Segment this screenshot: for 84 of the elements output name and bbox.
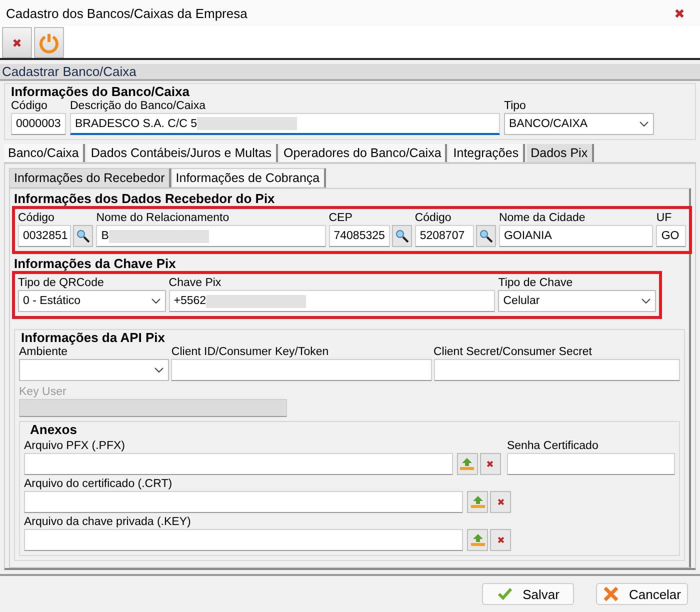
- upload-icon: [470, 533, 486, 548]
- search-icon: [478, 229, 493, 244]
- field-label: Tipo de Chave: [498, 276, 574, 290]
- field-label: Key User: [19, 385, 68, 400]
- field-label: Tipo: [504, 99, 527, 114]
- section-header: Cadastrar Banco/Caixa: [0, 64, 700, 82]
- chevron-icon: [641, 298, 651, 304]
- field-label: Arquivo do certificado (.CRT): [24, 477, 174, 492]
- field-label: Tipo de QRCode: [18, 276, 105, 290]
- group-title: Informações dos Dados Recebedor do Pix: [14, 191, 276, 206]
- checkmark-icon: [496, 586, 513, 602]
- tab[interactable]: Dados Pix: [526, 144, 594, 162]
- search-icon: [394, 229, 409, 244]
- delete-icon: [674, 8, 684, 18]
- delete-icon: [496, 498, 504, 506]
- delete-button[interactable]: [2, 27, 32, 58]
- delete-icon: [12, 38, 22, 48]
- clear-button[interactable]: [490, 491, 511, 514]
- field-label: Arquivo da chave privada (.KEY): [24, 515, 192, 530]
- window-title: Cadastro dos Bancos/Caixas da Empresa: [6, 6, 248, 20]
- field-label: Client Secret/Consumer Secret: [434, 345, 594, 360]
- search-button[interactable]: [73, 225, 94, 248]
- tab[interactable]: Informações do Recebedor: [9, 168, 171, 188]
- input-field[interactable]: 5208707: [414, 225, 474, 248]
- tab[interactable]: Informações de Cobrança: [170, 168, 326, 188]
- search-button[interactable]: [392, 225, 412, 248]
- field-label: Código: [11, 99, 48, 114]
- field-label: Client ID/Consumer Key/Token: [171, 345, 330, 360]
- search-button[interactable]: [476, 225, 496, 248]
- input-field[interactable]: 0000003: [11, 113, 66, 136]
- field-label: UF: [656, 211, 673, 226]
- input-field[interactable]: [171, 359, 432, 382]
- dropdown[interactable]: [19, 359, 170, 382]
- dropdown[interactable]: BANCO/CAIXA: [504, 113, 654, 136]
- input-field[interactable]: [506, 453, 675, 476]
- field-label: Descrição do Banco/Caixa: [70, 99, 207, 114]
- field-label: Nome do Relacionamento: [96, 211, 230, 226]
- power-icon: [38, 32, 60, 54]
- upload-button[interactable]: [456, 453, 478, 476]
- group-title: Informações do Banco/Caixa: [11, 84, 190, 100]
- upload-icon: [470, 495, 486, 510]
- search-icon: [76, 229, 90, 244]
- input-field[interactable]: [24, 453, 453, 476]
- input-field[interactable]: 74085325: [328, 225, 390, 248]
- field-label: Senha Certificado: [506, 439, 600, 454]
- field-label: Arquivo PFX (.PFX): [24, 439, 126, 454]
- group-title: Informações da Chave Pix: [14, 256, 177, 272]
- tab[interactable]: Dados Contábeis/Juros e Multas: [86, 144, 278, 162]
- input-field[interactable]: [24, 529, 463, 552]
- input-field[interactable]: BRADESCO S.A. C/C 5: [70, 113, 500, 136]
- upload-button[interactable]: [467, 529, 488, 552]
- clear-button[interactable]: [480, 453, 501, 476]
- dropdown[interactable]: 0 - Estático: [18, 290, 166, 312]
- field-label: Ambiente: [19, 345, 69, 360]
- tab[interactable]: Integrações: [449, 144, 525, 162]
- chevron-icon: [639, 121, 649, 128]
- field-label: Código: [414, 211, 452, 226]
- input-field[interactable]: [24, 491, 463, 514]
- input-field[interactable]: [434, 359, 680, 382]
- delete-icon: [496, 536, 504, 544]
- input-field[interactable]: 0032851: [18, 225, 72, 248]
- dropdown[interactable]: Celular: [498, 290, 656, 312]
- cross-icon: [603, 586, 619, 602]
- tab[interactable]: Operadores do Banco/Caixa: [280, 144, 448, 162]
- upload-icon: [459, 457, 476, 472]
- field-label: Chave Pix: [168, 276, 222, 290]
- input-field[interactable]: GOIANIA: [498, 225, 654, 248]
- input-field[interactable]: B: [96, 225, 326, 248]
- group-title: Informações da API Pix: [21, 330, 166, 346]
- input-field[interactable]: +5562: [168, 290, 496, 312]
- chevron-icon: [150, 298, 161, 304]
- field-label: CEP: [328, 211, 354, 226]
- delete-icon: [486, 460, 494, 468]
- tab[interactable]: Banco/Caixa: [4, 144, 85, 162]
- group-title: Anexos: [30, 422, 78, 438]
- clear-button[interactable]: [490, 529, 511, 552]
- power-button[interactable]: [34, 27, 64, 58]
- cancel-button[interactable]: Cancelar: [596, 583, 688, 606]
- field-label: Nome da Cidade: [498, 211, 586, 226]
- save-button[interactable]: Salvar: [482, 583, 574, 606]
- input-field[interactable]: GO: [656, 225, 686, 248]
- chevron-icon: [154, 367, 164, 374]
- field-label: Código: [18, 211, 56, 226]
- upload-button[interactable]: [467, 491, 488, 514]
